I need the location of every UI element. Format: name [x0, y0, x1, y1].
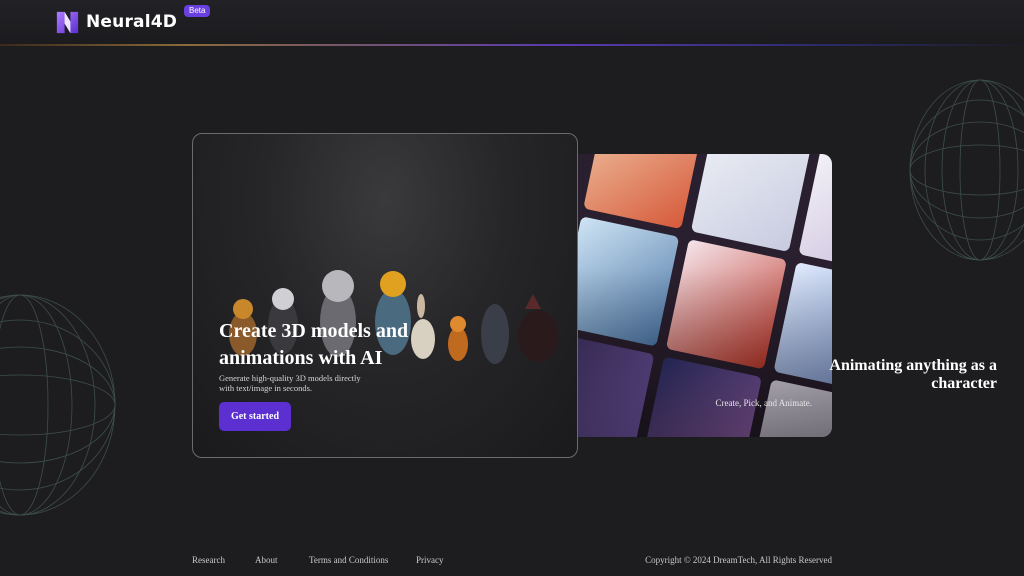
footer-link-about[interactable]: About — [255, 555, 278, 565]
create-3d-card[interactable]: Create 3D models and animations with AI … — [192, 133, 578, 458]
neural4d-logo-icon — [56, 11, 79, 33]
wireframe-globe-decoration — [909, 79, 1024, 261]
hero-title: Create 3D models and animations with AI — [219, 320, 409, 369]
beta-badge: Beta — [184, 5, 211, 17]
footer-link-privacy[interactable]: Privacy — [416, 555, 444, 565]
copyright-text: Copyright © 2024 DreamTech, All Rights R… — [645, 555, 832, 565]
get-started-button[interactable]: Get started — [219, 402, 291, 431]
character-animation-card[interactable] — [566, 154, 832, 437]
footer: Research About Terms and Conditions Priv… — [0, 553, 1024, 569]
logo[interactable]: Neural4D — [53, 7, 177, 37]
header-gradient-line — [0, 44, 1024, 46]
logo-text: Neural4D — [86, 12, 178, 32]
hero-subtitle: Generate high-quality 3D models directly… — [219, 373, 361, 393]
feature-card-subtitle: Create, Pick, and Animate. — [715, 398, 812, 408]
footer-link-terms[interactable]: Terms and Conditions — [309, 555, 388, 565]
footer-link-research[interactable]: Research — [192, 555, 225, 565]
wireframe-globe-decoration — [0, 294, 116, 516]
feature-card-title: Animating anything as a character — [829, 357, 997, 392]
